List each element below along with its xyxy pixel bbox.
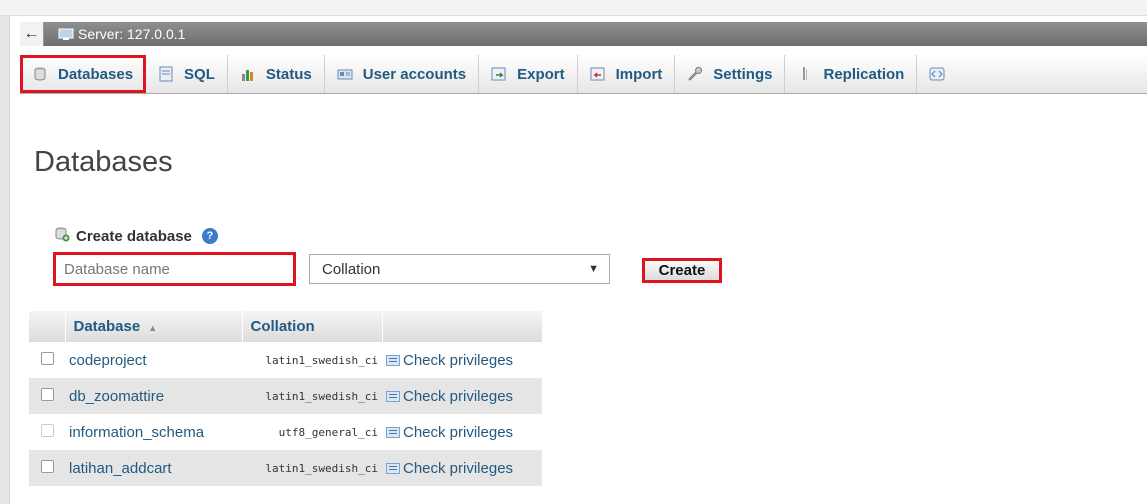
tab-label: SQL — [184, 65, 215, 83]
tab-import[interactable]: Import — [578, 55, 676, 93]
create-database-label: Create database — [76, 227, 192, 245]
table-row: latihan_addcart latin1_swedish_ci Check … — [29, 450, 542, 486]
tab-label: User accounts — [362, 65, 467, 83]
collation-select-value: Collation — [322, 260, 381, 278]
action-column-header — [382, 311, 543, 342]
server-breadcrumb-bar: ← Server: 127.0.0.1 — [20, 22, 1147, 46]
collation-column-header: Collation — [242, 311, 383, 342]
settings-wrench-icon — [687, 66, 703, 82]
tab-more[interactable] — [917, 55, 957, 93]
sort-ascending-icon: ▲ — [148, 323, 158, 333]
sql-icon — [158, 66, 174, 82]
row-checkbox[interactable] — [40, 351, 54, 365]
tab-replication[interactable]: Replication — [785, 55, 918, 93]
database-collation: latin1_swedish_ci — [242, 342, 382, 378]
tab-status[interactable]: Status — [228, 55, 325, 93]
database-collation: latin1_swedish_ci — [242, 450, 382, 486]
privileges-icon — [386, 355, 400, 367]
help-icon[interactable]: ? — [201, 228, 218, 244]
row-checkbox[interactable] — [40, 459, 54, 473]
tab-sql[interactable]: SQL — [146, 55, 228, 93]
replication-icon — [797, 66, 813, 82]
tab-label: Databases — [58, 65, 134, 83]
database-icon — [32, 66, 48, 82]
tab-label: Settings — [713, 65, 773, 83]
database-name-link[interactable]: information_schema — [65, 414, 242, 450]
dropdown-arrow-icon: ▼ — [588, 263, 599, 275]
database-name-link[interactable]: db_zoomattire — [65, 378, 242, 414]
import-icon — [590, 66, 606, 82]
check-privileges-link[interactable]: Check privileges — [382, 414, 542, 450]
tab-user-accounts[interactable]: User accounts — [325, 55, 480, 93]
user-accounts-icon — [337, 66, 353, 82]
check-privileges-link[interactable]: Check privileges — [382, 450, 542, 486]
table-row: codeproject latin1_swedish_ci Check priv… — [29, 342, 542, 378]
row-checkbox[interactable] — [40, 387, 54, 401]
server-label[interactable]: Server: 127.0.0.1 — [78, 26, 185, 42]
create-database-heading: Create database ? — [54, 226, 218, 246]
tab-databases[interactable]: Databases — [20, 55, 147, 93]
select-column-header — [29, 311, 66, 342]
privileges-icon — [386, 427, 400, 439]
create-database-icon — [54, 226, 70, 246]
check-privileges-link[interactable]: Check privileges — [382, 342, 542, 378]
page-title: Databases — [34, 146, 173, 178]
tab-label: Status — [265, 65, 312, 83]
collapse-navigation-button[interactable]: ← — [20, 22, 44, 46]
tab-label: Replication — [823, 65, 905, 83]
navigation-panel-edge[interactable] — [0, 16, 10, 504]
privileges-icon — [386, 391, 400, 403]
databases-table: Database ▲ Collation codeproject latin1_s… — [29, 311, 543, 486]
table-row: information_schema utf8_general_ci Check… — [29, 414, 542, 450]
database-name-input[interactable] — [53, 252, 296, 286]
tab-label: Import — [615, 65, 663, 83]
table-row: db_zoomattire latin1_swedish_ci Check pr… — [29, 378, 542, 414]
database-column-header[interactable]: Database ▲ — [65, 311, 243, 342]
tab-label: Export — [517, 65, 565, 83]
database-collation: latin1_swedish_ci — [242, 378, 382, 414]
table-header-row: Database ▲ Collation — [29, 311, 543, 342]
collation-select[interactable]: Collation ▼ — [309, 254, 610, 284]
tab-settings[interactable]: Settings — [675, 55, 786, 93]
export-icon — [491, 66, 507, 82]
tab-export[interactable]: Export — [479, 55, 578, 93]
create-button[interactable]: Create — [642, 258, 722, 283]
database-collation: utf8_general_ci — [242, 414, 382, 450]
server-icon — [58, 28, 74, 41]
more-icon — [929, 66, 945, 82]
status-icon — [240, 66, 256, 82]
check-privileges-link[interactable]: Check privileges — [382, 378, 542, 414]
main-tabs: Databases SQL Status User accounts Expor… — [20, 55, 1147, 94]
row-checkbox — [40, 423, 54, 437]
browser-top-strip — [0, 0, 1147, 16]
database-name-link[interactable]: codeproject — [65, 342, 242, 378]
database-name-link[interactable]: latihan_addcart — [65, 450, 242, 486]
privileges-icon — [386, 463, 400, 475]
